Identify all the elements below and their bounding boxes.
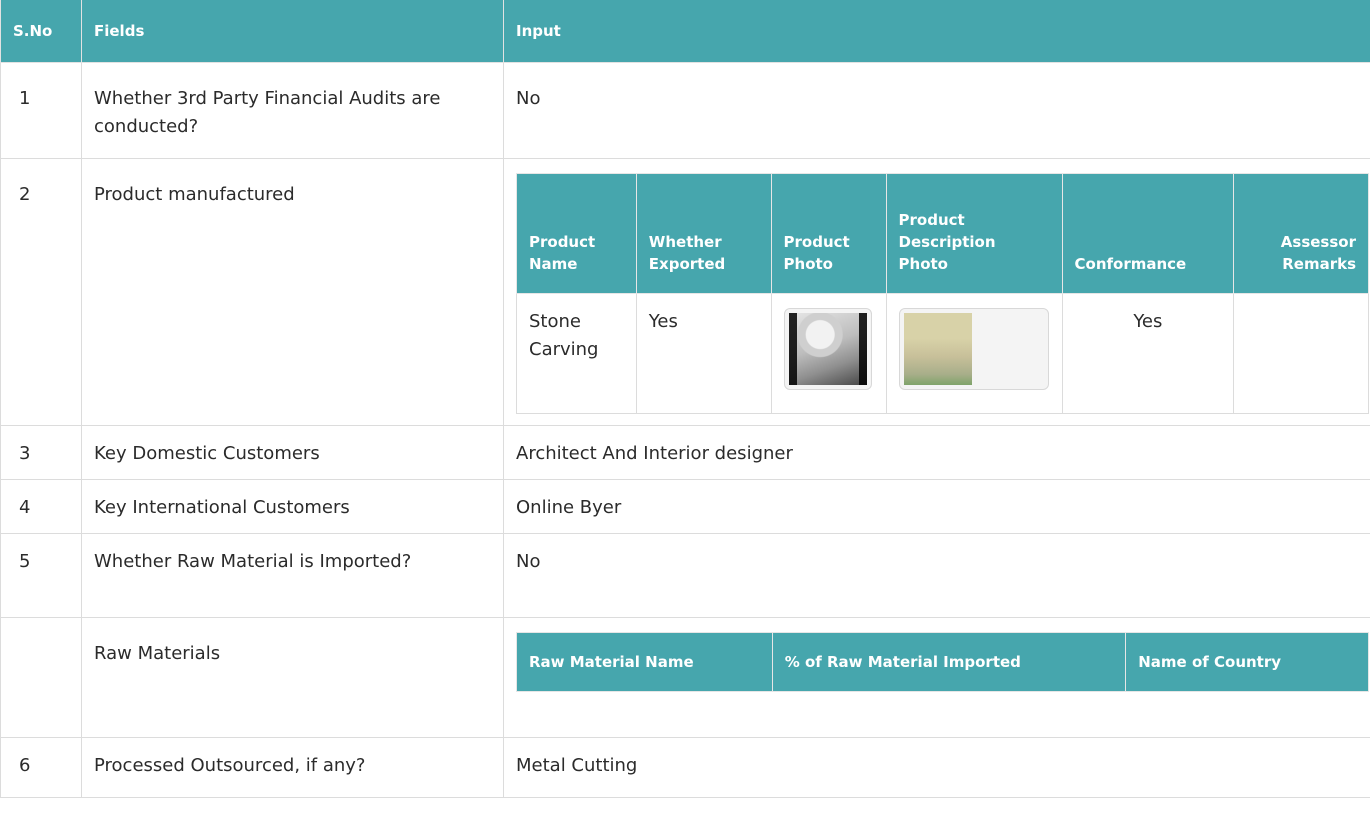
product-description-photo-thumbnail[interactable] (898, 308, 1049, 390)
row-input: No (503, 62, 1370, 159)
row-field: Product manufactured (81, 158, 504, 426)
products-header-row: Product Name Whether Exported Product Ph… (516, 173, 1369, 294)
product-exported: Yes (635, 293, 772, 414)
product-name: Stone Carving (516, 293, 637, 414)
header-fields: Fields (81, 0, 504, 63)
product-conformance: Yes (1061, 293, 1235, 414)
row-input: Product Name Whether Exported Product Ph… (503, 158, 1370, 426)
row-input: Raw Material Name % of Raw Material Impo… (503, 617, 1370, 738)
products-header-description-photo: Product Description Photo (885, 173, 1063, 294)
row-sno: 1 (0, 62, 82, 159)
product-remarks (1233, 293, 1369, 414)
row-field: Whether Raw Material is Imported? (81, 533, 504, 618)
row-sno: 5 (0, 533, 82, 618)
stone-carving-photo-icon (788, 313, 867, 385)
product-photo-cell (770, 293, 887, 414)
product-photo-thumbnail[interactable] (783, 308, 872, 390)
products-header-remarks: Assessor Remarks (1233, 173, 1369, 294)
products-header-conformance: Conformance (1061, 173, 1235, 294)
header-sno: S.No (0, 0, 82, 63)
product-description-photo-cell (885, 293, 1063, 414)
table-row: 5 Whether Raw Material is Imported? No (0, 533, 1370, 618)
header-input: Input (503, 0, 1370, 63)
products-header-name: Product Name (516, 173, 637, 294)
table-row: Raw Materials Raw Material Name % of Raw… (0, 617, 1370, 738)
row-field: Key International Customers (81, 479, 504, 534)
row-sno: 3 (0, 425, 82, 480)
row-sno: 2 (0, 158, 82, 426)
row-input: Architect And Interior designer (503, 425, 1370, 480)
table-row: 4 Key International Customers Online Bye… (0, 479, 1370, 534)
raw-materials-header-name: Raw Material Name (516, 632, 773, 692)
row-sno: 4 (0, 479, 82, 534)
row-sno (0, 617, 82, 738)
raw-materials-header-row: Raw Material Name % of Raw Material Impo… (516, 632, 1369, 692)
products-table: Product Name Whether Exported Product Ph… (516, 173, 1369, 414)
row-sno: 6 (0, 737, 82, 798)
assessment-table: S.No Fields Input 1 Whether 3rd Party Fi… (0, 0, 1370, 798)
row-field: Whether 3rd Party Financial Audits are c… (81, 62, 504, 159)
row-field: Processed Outsourced, if any? (81, 737, 504, 798)
table-row: 2 Product manufactured Product Name Whet… (0, 158, 1370, 426)
table-row: 1 Whether 3rd Party Financial Audits are… (0, 62, 1370, 159)
table-row: 6 Processed Outsourced, if any? Metal Cu… (0, 737, 1370, 798)
raw-materials-table: Raw Material Name % of Raw Material Impo… (516, 632, 1369, 692)
row-field: Raw Materials (81, 617, 504, 738)
table-row: 3 Key Domestic Customers Architect And I… (0, 425, 1370, 480)
product-description-photo-icon (903, 313, 1044, 385)
row-input: No (503, 533, 1370, 618)
header-row: S.No Fields Input (0, 0, 1370, 63)
raw-materials-header-percent: % of Raw Material Imported (771, 632, 1127, 692)
products-header-exported: Whether Exported (635, 173, 772, 294)
row-input: Online Byer (503, 479, 1370, 534)
raw-materials-header-country: Name of Country (1125, 632, 1369, 692)
products-header-photo: Product Photo (770, 173, 887, 294)
products-row: Stone Carving Yes Yes (516, 293, 1369, 414)
row-field: Key Domestic Customers (81, 425, 504, 480)
row-input: Metal Cutting (503, 737, 1370, 798)
